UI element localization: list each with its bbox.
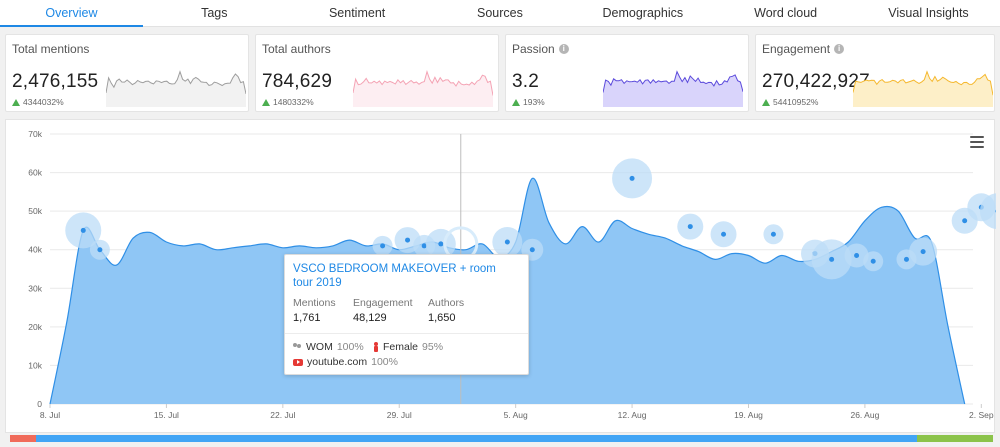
kpi-title: Engagement i xyxy=(762,42,845,56)
kpi-title: Passion i xyxy=(512,42,569,56)
data-point[interactable] xyxy=(380,243,386,249)
y-tick-label: 30k xyxy=(28,283,42,293)
kpi-delta: 193% xyxy=(512,97,545,107)
tab-sources[interactable]: Sources xyxy=(429,0,572,26)
tab-demographics[interactable]: Demographics xyxy=(571,0,714,26)
info-icon[interactable]: i xyxy=(558,44,569,54)
x-tick-label: 8. Jul xyxy=(40,410,60,420)
chart-tooltip: VSCO BEDROOM MAKEOVER + room tour 2019 M… xyxy=(284,254,529,375)
arrow-up-icon xyxy=(762,98,770,106)
data-point[interactable] xyxy=(920,249,926,255)
kpi-card-engagement[interactable]: Engagement i 270,422,927 54410952% xyxy=(755,34,995,112)
data-point[interactable] xyxy=(962,218,968,224)
tooltip-engagement: Engagement 48,129 xyxy=(353,297,413,324)
tooltip-engagement-value: 48,129 xyxy=(353,312,387,324)
tab-overview[interactable]: Overview xyxy=(0,0,143,27)
y-tick-label: 40k xyxy=(28,245,42,255)
sentiment-segment[interactable] xyxy=(917,435,993,442)
sparkline-area xyxy=(603,71,743,107)
tooltip-divider xyxy=(285,333,528,334)
data-point[interactable] xyxy=(405,237,411,243)
sparkline-area xyxy=(106,71,246,107)
sentiment-bar xyxy=(10,435,993,442)
sentiment-segment[interactable] xyxy=(35,435,918,442)
sparkline xyxy=(353,70,493,107)
tooltip-authors: Authors 1,650 xyxy=(428,297,464,324)
arrow-up-icon xyxy=(512,98,520,106)
kpi-value: 2,476,155 xyxy=(12,71,99,92)
kpi-card-passion[interactable]: Passion i 3.2 193% xyxy=(505,34,749,112)
sparkline xyxy=(853,70,993,107)
sentiment-segment[interactable] xyxy=(10,435,36,442)
female-icon xyxy=(373,342,379,352)
sparkline xyxy=(603,70,743,107)
tab-sentiment[interactable]: Sentiment xyxy=(286,0,429,26)
data-point[interactable] xyxy=(721,231,727,237)
kpi-value: 3.2 xyxy=(512,71,540,92)
tooltip-source: youtube.com 100% xyxy=(293,356,398,368)
tooltip-title-link[interactable]: VSCO BEDROOM MAKEOVER + room tour 2019 xyxy=(293,262,518,290)
tab-visual-insights[interactable]: Visual Insights xyxy=(857,0,1000,26)
sparkline xyxy=(106,70,246,107)
kpi-card-total-mentions[interactable]: Total mentions 2,476,155 4344032% xyxy=(5,34,249,112)
x-tick-label: 5. Aug xyxy=(504,410,528,420)
youtube-icon xyxy=(293,358,303,366)
kpi-title: Total authors xyxy=(262,42,331,56)
tab-bar: Overview Tags Sentiment Sources Demographics… xyxy=(0,0,1000,27)
tooltip-authors-label: Authors xyxy=(428,297,465,309)
kpi-delta: 4344032% xyxy=(12,97,64,107)
tooltip-engagement-label: Engagement xyxy=(353,297,413,309)
y-tick-label: 20k xyxy=(28,322,42,332)
y-tick-label: 10k xyxy=(28,360,42,370)
tab-tags[interactable]: Tags xyxy=(143,0,286,26)
kpi-card-total-authors[interactable]: Total authors 784,629 1480332% xyxy=(255,34,499,112)
y-tick-label: 50k xyxy=(28,206,42,216)
x-tick-label: 26. Aug xyxy=(850,410,879,420)
data-point[interactable] xyxy=(80,227,86,233)
tooltip-authors-value: 1,650 xyxy=(428,312,456,324)
tooltip-mentions-value: 1,761 xyxy=(293,312,321,324)
x-tick-label: 2. Sep xyxy=(969,410,994,420)
arrow-up-icon xyxy=(12,98,20,106)
sparkline-area xyxy=(853,71,993,107)
data-point[interactable] xyxy=(529,247,535,253)
data-point[interactable] xyxy=(903,256,909,262)
y-tick-label: 60k xyxy=(28,168,42,178)
kpi-title: Total mentions xyxy=(12,42,90,56)
chart-menu-icon[interactable] xyxy=(970,136,984,148)
data-point[interactable] xyxy=(829,256,835,262)
arrow-up-icon xyxy=(262,98,270,106)
kpi-delta: 54410952% xyxy=(762,97,818,107)
data-point[interactable] xyxy=(770,231,776,237)
data-point[interactable] xyxy=(854,253,860,258)
tab-word-cloud[interactable]: Word cloud xyxy=(714,0,857,26)
kpi-value: 784,629 xyxy=(262,71,333,92)
x-tick-label: 19. Aug xyxy=(734,410,763,420)
data-point[interactable] xyxy=(97,247,103,253)
data-point[interactable] xyxy=(870,258,876,264)
tooltip-wom: WOM 100% xyxy=(293,341,364,353)
x-tick-label: 22. Jul xyxy=(270,410,295,420)
data-point[interactable] xyxy=(629,175,635,181)
sparkline-area xyxy=(353,71,493,107)
y-tick-label: 70k xyxy=(28,129,42,139)
tooltip-mentions: Mentions 1,761 xyxy=(293,297,336,324)
y-tick-label: 0 xyxy=(37,399,42,409)
tooltip-gender: Female 95% xyxy=(373,341,443,353)
tooltip-mentions-label: Mentions xyxy=(293,297,336,309)
x-tick-label: 15. Jul xyxy=(154,410,179,420)
data-point[interactable] xyxy=(687,224,693,230)
x-tick-label: 29. Jul xyxy=(387,410,412,420)
kpi-delta: 1480332% xyxy=(262,97,314,107)
x-tick-label: 12. Aug xyxy=(618,410,647,420)
data-point[interactable] xyxy=(438,241,444,247)
info-icon[interactable]: i xyxy=(834,44,845,54)
wom-icon xyxy=(293,343,302,351)
data-point[interactable] xyxy=(504,239,510,245)
